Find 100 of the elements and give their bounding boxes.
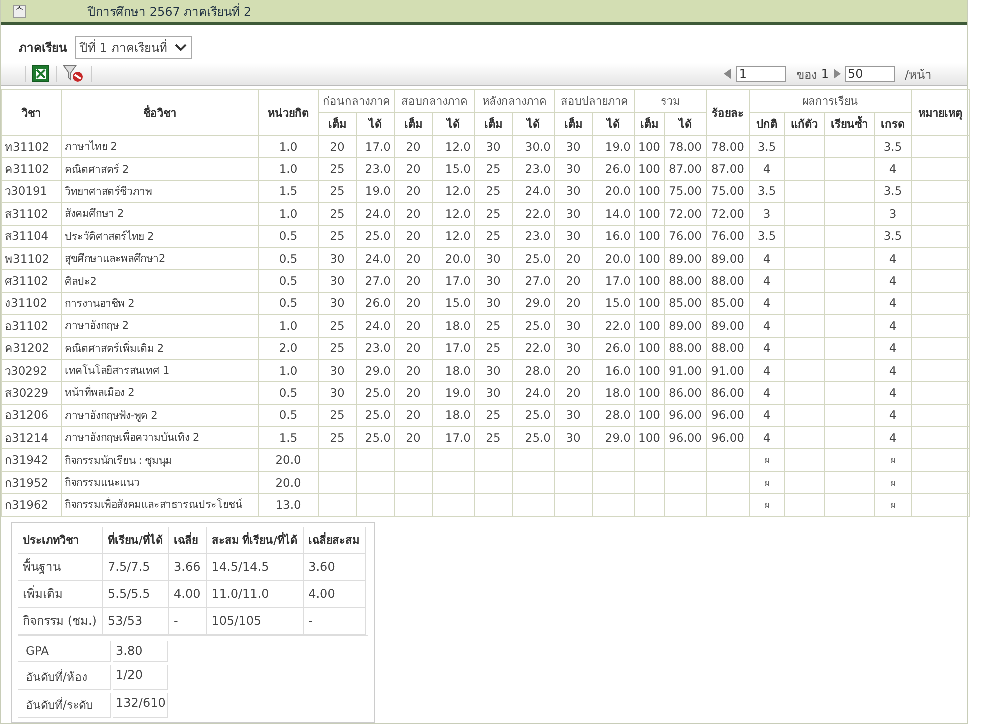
next-page-icon[interactable] — [833, 69, 841, 79]
grade-cell: 3.5 — [758, 229, 776, 244]
summary-cell: 3.60 — [308, 560, 336, 574]
score-cell: 30 — [486, 364, 501, 378]
credit-cell: 0.5 — [279, 408, 298, 422]
grade-cell: 4 — [889, 274, 897, 288]
column-header: ที่เรียน/ที่ได้ — [102, 526, 169, 554]
column-header: ได้ — [592, 112, 634, 136]
grade-cell: 4 — [889, 386, 897, 400]
credit-cell: 0.5 — [279, 386, 298, 400]
grade-cell: 3.5 — [884, 140, 902, 154]
stat-label: อันดับที่/ห้อง — [18, 664, 111, 690]
summary-cell: 4.00 — [174, 586, 201, 601]
score-cell: 30 — [566, 184, 581, 198]
column-header: ชื่อวิชา — [62, 90, 258, 136]
grade-cell: 4 — [763, 296, 771, 310]
grade-cell: 3.5 — [758, 140, 776, 154]
summary-cell: - — [308, 614, 313, 628]
score-cell: 18.0 — [605, 386, 631, 400]
total-cell: 100 — [638, 386, 660, 400]
total-cell: 100 — [638, 162, 660, 176]
grade-cell: ผ — [764, 500, 770, 511]
score-cell: 25 — [330, 318, 345, 333]
filter-clear-icon[interactable] — [63, 65, 85, 83]
subject-code: ก31942 — [5, 453, 49, 468]
score-cell: 12.0 — [445, 229, 471, 244]
score-cell: 24.0 — [365, 206, 391, 221]
subject-name: คณิตศาสตร์ 2 — [65, 164, 130, 176]
score-cell: 25 — [330, 341, 345, 356]
score-cell: 30 — [566, 206, 581, 221]
score-cell: 25 — [330, 229, 345, 244]
subject-code: ท31102 — [5, 140, 50, 154]
score-cell: 23.0 — [365, 162, 391, 176]
term-select[interactable]: ปีที่ 1 ภาคเรียนที่ — [75, 36, 192, 59]
summary-cell: 105/105 — [212, 614, 262, 628]
total-cell: 100 — [638, 430, 660, 445]
summary-cell: 11.0/11.0 — [212, 586, 270, 601]
subject-name: ภาษาอังกฤษเพื่อความบันเทิง 2 — [65, 432, 200, 444]
panel-title: ปีการศึกษา 2567 ภาคเรียนที่ 2 — [88, 2, 252, 20]
subject-name: ภาษาไทย 2 — [65, 141, 118, 154]
percent-cell: 78.00 — [712, 140, 744, 154]
credit-cell: 2.0 — [279, 341, 298, 356]
grade-cell: 4 — [763, 252, 771, 266]
total-cell: 100 — [638, 408, 660, 422]
score-cell: 20 — [566, 296, 581, 310]
spreadsheet-icon[interactable] — [32, 65, 50, 83]
score-cell: 30 — [566, 341, 581, 356]
total-cell: 89.00 — [669, 318, 702, 333]
percent-cell: 88.00 — [712, 341, 744, 356]
column-header: แก้ตัว — [784, 112, 824, 136]
page-size-input[interactable]: 50 — [845, 66, 895, 82]
score-cell: 17.0 — [445, 341, 471, 356]
percent-cell: 89.00 — [712, 252, 744, 266]
score-cell: 25.0 — [365, 229, 391, 244]
page-input[interactable]: 1 — [736, 66, 786, 82]
subject-code: ส30229 — [5, 386, 49, 400]
score-cell: 17.0 — [605, 274, 631, 288]
score-cell: 30 — [330, 296, 345, 310]
summary-cell: 14.5/14.5 — [212, 560, 270, 574]
collapse-toggle[interactable]: ᄉ — [13, 4, 26, 18]
grade-cell: 4 — [763, 408, 771, 422]
percent-cell: 76.00 — [712, 229, 744, 244]
subject-code: ก31962 — [5, 498, 49, 512]
credit-cell: 20.0 — [276, 476, 302, 490]
score-cell: 20 — [566, 364, 581, 378]
total-cell: 76.00 — [669, 229, 702, 244]
total-cell: 89.00 — [669, 252, 702, 266]
total-cell: 88.00 — [669, 274, 702, 288]
credit-cell: 13.0 — [276, 498, 302, 512]
per-page-label: /หน้า — [905, 66, 934, 84]
column-header: สะสม ที่เรียน/ที่ได้ — [206, 526, 304, 554]
credit-cell: 1.0 — [279, 140, 298, 154]
column-header: ประเภทวิชา — [18, 526, 102, 554]
score-cell: 25 — [486, 341, 501, 356]
total-cell: 100 — [638, 140, 660, 154]
total-cell: 100 — [638, 206, 660, 221]
column-header: สอบปลายภาค — [554, 90, 634, 112]
score-cell: 25 — [486, 206, 501, 221]
grade-cell: 3.5 — [884, 184, 902, 198]
score-cell: 24.0 — [525, 386, 551, 400]
score-cell: 30 — [566, 162, 581, 176]
subject-name: กิจกรรมนักเรียน : ชุมนุม — [65, 454, 172, 467]
total-cell: 72.00 — [669, 206, 702, 221]
score-cell: 23.0 — [365, 341, 391, 356]
total-cell: 100 — [638, 274, 660, 288]
subject-code: ส31104 — [5, 229, 49, 244]
score-cell: 30 — [566, 408, 581, 422]
score-cell: 25 — [486, 318, 501, 333]
summary-cell: 4.00 — [308, 586, 336, 601]
credit-cell: 20.0 — [276, 453, 302, 468]
credit-cell: 1.0 — [279, 364, 298, 378]
score-cell: 20 — [406, 252, 421, 266]
credit-cell: 0.5 — [279, 229, 298, 244]
score-cell: 30 — [486, 296, 501, 310]
column-header: เต็ม — [634, 112, 664, 136]
total-cell: 75.00 — [669, 184, 702, 198]
prev-page-icon[interactable] — [724, 69, 732, 79]
score-cell: 12.0 — [445, 184, 471, 198]
grade-cell: 4 — [889, 364, 897, 378]
subject-name: กิจกรรมแนะแนว — [65, 477, 140, 490]
